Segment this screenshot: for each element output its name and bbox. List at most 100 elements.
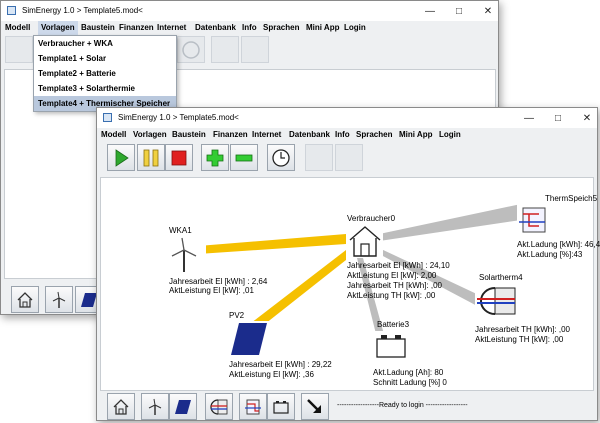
wka-name: WKA1 <box>169 226 192 235</box>
battery-icon[interactable] <box>373 331 409 361</box>
toolbar-button[interactable] <box>5 36 33 63</box>
minimize-button[interactable]: — <box>515 108 543 128</box>
wka-line: AktLeistung El [kW]: ,01 <box>169 286 254 295</box>
toolbar-button[interactable] <box>241 36 269 63</box>
status-text: ------------------Ready to login -------… <box>337 402 468 409</box>
menu-datenbank[interactable]: Datenbank <box>289 130 330 139</box>
thermal-storage-icon <box>245 399 261 414</box>
toolbar-button[interactable] <box>211 36 239 63</box>
menu-modell[interactable]: Modell <box>5 23 30 32</box>
verbraucher-line: AktLeistung El [kW]: 2,00 <box>347 271 437 280</box>
menu-datenbank[interactable]: Datenbank <box>195 23 236 32</box>
add-button[interactable] <box>201 144 229 171</box>
back-title-bar: SimEnergy 1.0 > Template5.mod< — □ ✕ <box>1 1 498 21</box>
house-icon <box>17 291 33 308</box>
solar-panel-icon[interactable] <box>229 321 269 357</box>
front-bottom-toolbar: ------------------Ready to login -------… <box>97 392 597 420</box>
menu-login[interactable]: Login <box>439 130 461 139</box>
solar-thermal-button[interactable] <box>205 393 233 420</box>
wind-turbine-button[interactable] <box>141 393 169 420</box>
front-title-bar: SimEnergy 1.0 > Template5.mod< — □ ✕ <box>97 108 597 128</box>
thermal-storage-button[interactable] <box>239 393 267 420</box>
solar-thermal-icon <box>210 398 228 415</box>
disabled-button[interactable] <box>335 144 363 171</box>
thermspeich-line: Akt.Ladung [%]:43 <box>517 250 583 259</box>
dropdown-item[interactable]: Template1 + Solar <box>34 51 176 66</box>
batterie-line: Schnitt Ladung [%] 0 <box>373 378 447 387</box>
thermspeich-line: Akt.Ladung [kWh]: 46,47 <box>517 240 600 249</box>
dropdown-item[interactable]: Template3 + Solarthermie <box>34 81 176 96</box>
thermspeich-name: ThermSpeich5 <box>545 194 598 203</box>
menu-vorlagen[interactable]: Vorlagen <box>133 130 167 139</box>
verbraucher-line: AktLeistung TH [kW]: ,00 <box>347 291 436 300</box>
connect-arrow-button[interactable] <box>301 393 329 420</box>
front-window: SimEnergy 1.0 > Template5.mod< — □ ✕ Mod… <box>96 107 600 421</box>
solartherm-line: AktLeistung TH [kW]: ,00 <box>475 335 564 344</box>
pv-line: AktLeistung El [kW]: ,36 <box>229 370 314 379</box>
menu-login[interactable]: Login <box>344 23 366 32</box>
stop-icon <box>171 150 187 165</box>
dropdown-item[interactable]: Verbraucher + WKA <box>34 36 176 51</box>
link-verbraucher-thermspeich <box>379 204 521 241</box>
app-icon <box>103 113 112 122</box>
minimize-button[interactable]: — <box>416 1 444 21</box>
menu-finanzen[interactable]: Finanzen <box>213 130 248 139</box>
verbraucher-line: Jahresarbeit El [kWh] : 24,10 <box>347 261 450 270</box>
dropdown-item[interactable]: Template2 + Batterie <box>34 66 176 81</box>
pv-name: PV2 <box>229 311 245 320</box>
menu-vorlagen[interactable]: Vorlagen <box>38 21 78 35</box>
menu-info[interactable]: Info <box>335 130 350 139</box>
menu-modell[interactable]: Modell <box>101 130 126 139</box>
menu-baustein[interactable]: Baustein <box>172 130 206 139</box>
close-button[interactable]: ✕ <box>474 1 502 21</box>
vorlagen-dropdown: Verbraucher + WKA Template1 + Solar Temp… <box>33 35 177 112</box>
menu-sprachen[interactable]: Sprachen <box>356 130 392 139</box>
wind-turbine-icon <box>148 398 162 415</box>
menu-info[interactable]: Info <box>242 23 257 32</box>
menu-mini-app[interactable]: Mini App <box>306 23 339 32</box>
battery-button[interactable] <box>267 393 295 420</box>
model-canvas: WKA1 Jahresarbeit El [kWh] : 2,64 AktLei… <box>100 177 600 391</box>
consumer-button[interactable] <box>107 393 135 420</box>
stop-button[interactable] <box>165 144 193 171</box>
menu-internet[interactable]: Internet <box>252 130 281 139</box>
menu-finanzen[interactable]: Finanzen <box>119 23 154 32</box>
wind-turbine-icon <box>52 291 66 308</box>
batterie-name: Batterie3 <box>377 320 410 329</box>
menu-internet[interactable]: Internet <box>157 23 186 32</box>
arrow-down-right-icon <box>307 398 321 413</box>
pause-icon <box>143 149 159 166</box>
batterie-line: Akt.Ladung [Ah]: 80 <box>373 368 444 377</box>
wind-turbine-button[interactable] <box>45 286 73 313</box>
back-menu-bar: Modell Vorlagen Baustein Finanzen Intern… <box>1 21 498 35</box>
remove-icon <box>235 154 253 161</box>
play-icon <box>115 148 129 167</box>
solartherm-line: Jahresarbeit TH [kWh]: ,00 <box>475 325 570 334</box>
clock-button[interactable] <box>267 144 295 171</box>
front-menu-bar: Modell Vorlagen Baustein Finanzen Intern… <box>97 128 597 142</box>
play-button[interactable] <box>107 144 135 171</box>
disabled-button[interactable] <box>305 144 333 171</box>
clock-button[interactable] <box>177 36 205 63</box>
back-window-title: SimEnergy 1.0 > Template5.mod< <box>22 6 143 15</box>
menu-baustein[interactable]: Baustein <box>81 23 115 32</box>
front-window-title: SimEnergy 1.0 > Template5.mod< <box>118 113 239 122</box>
solar-panel-button[interactable] <box>169 393 197 420</box>
maximize-button[interactable]: □ <box>544 108 572 128</box>
clock-icon <box>272 148 290 167</box>
verbraucher-line: Jahresarbeit TH [kWh]: ,00 <box>347 281 442 290</box>
close-button[interactable]: ✕ <box>573 108 600 128</box>
solartherm-name: Solartherm4 <box>479 273 523 282</box>
menu-sprachen[interactable]: Sprachen <box>263 23 299 32</box>
house-icon <box>113 398 129 415</box>
remove-button[interactable] <box>230 144 258 171</box>
house-icon[interactable] <box>347 224 383 258</box>
menu-mini-app[interactable]: Mini App <box>399 130 432 139</box>
maximize-button[interactable]: □ <box>445 1 473 21</box>
thermal-storage-icon[interactable] <box>517 204 551 236</box>
pause-button[interactable] <box>137 144 165 171</box>
wind-turbine-icon[interactable] <box>168 236 206 274</box>
battery-icon <box>273 400 289 414</box>
solar-thermal-icon[interactable] <box>475 284 517 318</box>
consumer-button[interactable] <box>11 286 39 313</box>
